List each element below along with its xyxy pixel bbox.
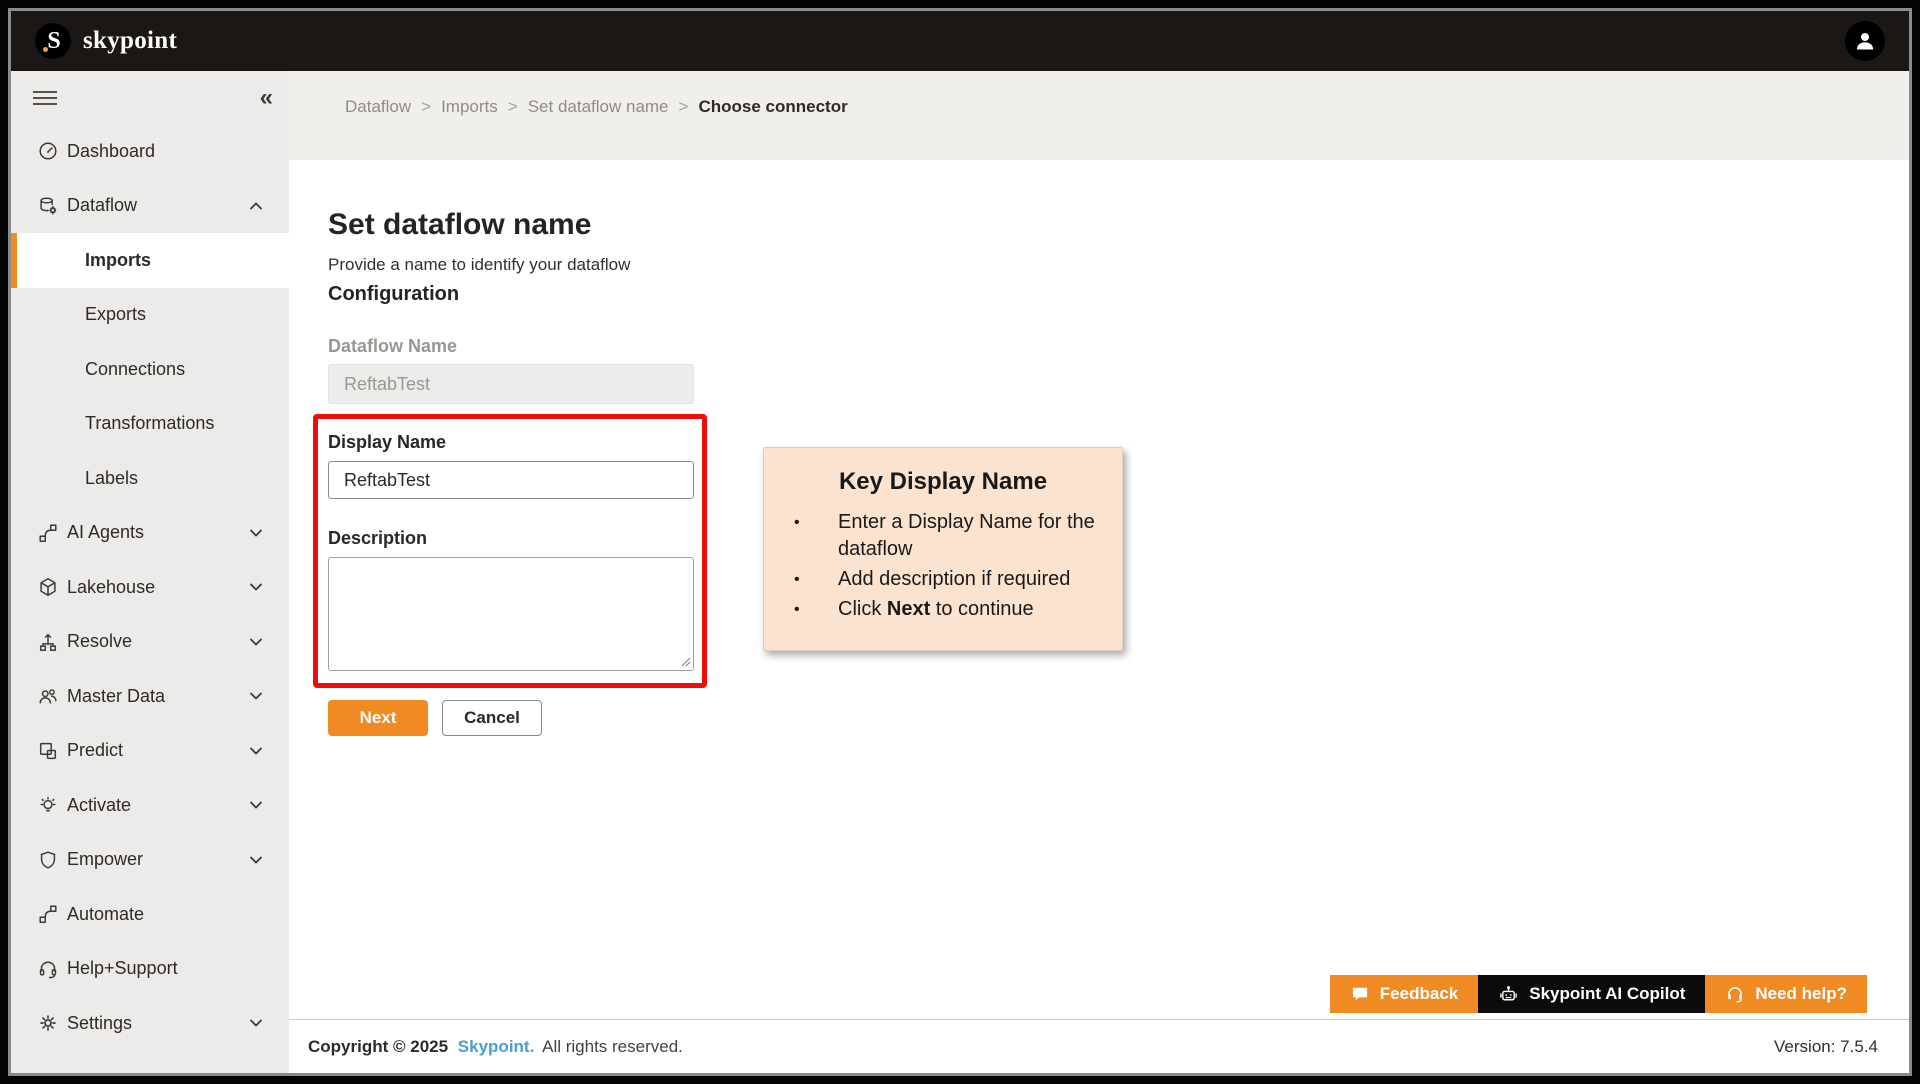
brand-name: skypoint [83, 27, 178, 54]
skypoint-logo-icon[interactable]: S [35, 23, 71, 59]
red-highlight-box: Display Name Description [313, 414, 707, 688]
sidebar-item-dataflow[interactable]: Dataflow [11, 179, 289, 234]
version-text: Version: 7.5.4 [1774, 1036, 1878, 1056]
chevron-down-icon [249, 528, 263, 537]
section-heading: Configuration [328, 283, 460, 305]
sidebar-item-imports[interactable]: Imports [11, 233, 289, 288]
gear-icon [37, 1012, 59, 1034]
breadcrumb-set-dataflow-name[interactable]: Set dataflow name [528, 97, 669, 117]
squares-icon [37, 740, 59, 762]
sidebar-item-help-support[interactable]: Help+Support [11, 942, 289, 997]
gauge-icon [37, 140, 59, 162]
sidebar-item-predict[interactable]: Predict [11, 724, 289, 779]
cube-icon [37, 576, 59, 598]
breadcrumb-band: Dataflow > Imports > Set dataflow name >… [289, 71, 1909, 160]
main-area: Dataflow > Imports > Set dataflow name >… [289, 71, 1909, 1073]
top-header: S skypoint [11, 11, 1909, 71]
description-textarea[interactable] [328, 557, 694, 671]
skypoint-ai-copilot-button[interactable]: Skypoint AI Copilot [1478, 975, 1706, 1013]
sidebar-item-empower[interactable]: Empower [11, 833, 289, 888]
dataflow-name-label: Dataflow Name [328, 336, 458, 356]
sidebar-item-activate[interactable]: Activate [11, 778, 289, 833]
breadcrumb: Dataflow > Imports > Set dataflow name >… [345, 97, 1909, 117]
chevron-down-icon [249, 855, 263, 864]
shield-icon [37, 849, 59, 871]
app-window: S skypoint « Dashboard Dataflow Imports … [8, 8, 1912, 1076]
user-avatar[interactable] [1845, 21, 1885, 61]
dataflow-name-input [328, 364, 694, 404]
callout-title: Key Display Name [838, 468, 1048, 495]
sidebar-item-automate[interactable]: Automate [11, 887, 289, 942]
flow-icon [37, 522, 59, 544]
callout-bullet: • Add description if required [764, 566, 1118, 593]
headset-icon [1728, 987, 1743, 1003]
bullet-marker: • [794, 571, 800, 588]
sidebar: « Dashboard Dataflow Imports Exports Con… [11, 71, 289, 1073]
breadcrumb-current: Choose connector [698, 97, 848, 116]
person-icon [1856, 32, 1874, 50]
chat-icon [1352, 987, 1367, 1001]
chevron-down-icon [249, 746, 263, 755]
flow-icon [37, 903, 59, 925]
support-bar: Feedback Skypoint AI Copilot Need help? [1329, 975, 1867, 1013]
chevron-up-icon [249, 201, 263, 210]
logo-letter: S [47, 28, 61, 54]
sidebar-item-lakehouse[interactable]: Lakehouse [11, 560, 289, 615]
chevron-down-icon [249, 801, 263, 810]
feedback-button[interactable]: Feedback [1329, 975, 1479, 1013]
key-display-name-callout: Key Display Name • Enter a Display Name … [763, 447, 1123, 651]
chevron-down-icon [249, 692, 263, 701]
sidebar-item-resolve[interactable]: Resolve [11, 615, 289, 670]
page-subtitle: Provide a name to identify your dataflow [328, 255, 631, 274]
sidebar-item-settings[interactable]: Settings [11, 996, 289, 1051]
sidebar-item-exports[interactable]: Exports [11, 288, 289, 343]
headset-icon [37, 958, 59, 980]
skypoint-link[interactable]: Skypoint. [458, 1037, 535, 1056]
breadcrumb-separator: > [507, 97, 518, 116]
hamburger-menu-icon[interactable] [33, 90, 57, 105]
bulb-icon [37, 794, 59, 816]
display-name-label: Display Name [328, 432, 447, 452]
copyright-text: Copyright © 2025 Skypoint. All rights re… [308, 1036, 683, 1056]
sidebar-item-dashboard[interactable]: Dashboard [11, 124, 289, 179]
sidebar-collapse-icon[interactable]: « [260, 85, 273, 110]
hierarchy-icon [37, 631, 59, 653]
breadcrumb-dataflow[interactable]: Dataflow [345, 97, 411, 117]
breadcrumb-separator: > [421, 97, 432, 116]
dataflow-icon [37, 195, 59, 217]
bullet-marker: • [794, 514, 800, 531]
chevron-down-icon [249, 637, 263, 646]
resize-grip-icon[interactable] [680, 656, 691, 667]
callout-bullet: • Enter a Display Name for the dataflow [794, 511, 1095, 560]
chevron-down-icon [249, 583, 263, 592]
page-title: Set dataflow name [328, 208, 592, 241]
footer: Copyright © 2025 Skypoint. All rights re… [289, 1019, 1909, 1073]
chevron-down-icon [249, 1019, 263, 1028]
display-name-input[interactable] [328, 461, 694, 499]
bullet-marker: • [794, 601, 800, 618]
cancel-button[interactable]: Cancel [442, 700, 542, 736]
sidebar-item-labels[interactable]: Labels [11, 451, 289, 506]
people-icon [37, 685, 59, 707]
breadcrumb-separator: > [678, 97, 689, 116]
sidebar-item-master-data[interactable]: Master Data [11, 669, 289, 724]
sidebar-item-connections[interactable]: Connections [11, 342, 289, 397]
breadcrumb-imports[interactable]: Imports [441, 97, 498, 117]
description-label: Description [328, 528, 428, 548]
sidebar-item-transformations[interactable]: Transformations [11, 397, 289, 452]
next-button[interactable]: Next [328, 700, 428, 736]
robot-icon [1500, 985, 1518, 1000]
logo-dot [43, 47, 48, 52]
need-help-button[interactable]: Need help? [1705, 975, 1867, 1013]
callout-bullet: • Click Next to continue [764, 596, 1118, 623]
sidebar-item-ai-agents[interactable]: AI Agents [11, 506, 289, 561]
